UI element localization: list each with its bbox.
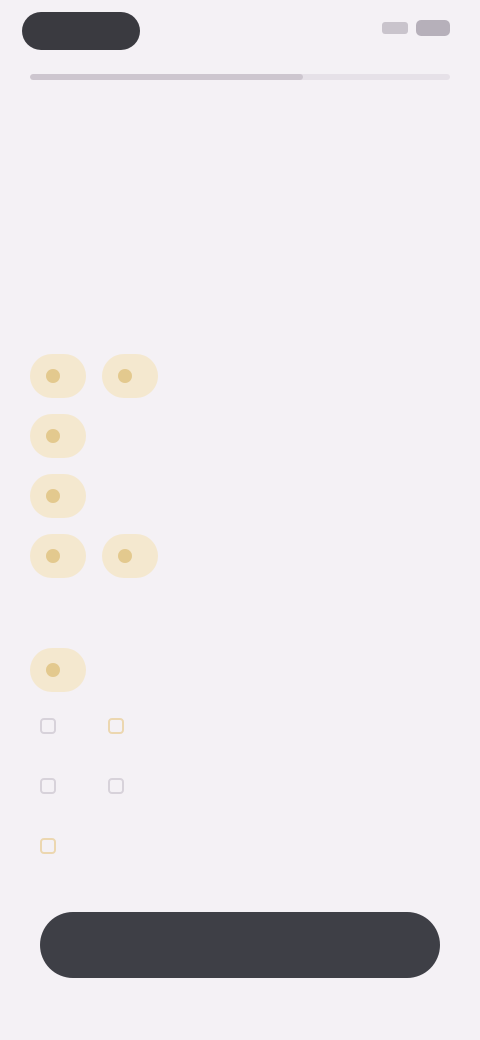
- checkbox-icon: [108, 718, 124, 734]
- signal-icon: [382, 22, 408, 34]
- option-item[interactable]: [40, 708, 68, 744]
- option-row: [40, 708, 136, 744]
- progress-fill: [30, 74, 303, 80]
- option-chip[interactable]: [102, 354, 158, 398]
- status-icons: [382, 20, 450, 36]
- option-chip[interactable]: [30, 414, 86, 458]
- option-item[interactable]: [108, 708, 136, 744]
- option-chip[interactable]: [30, 648, 86, 692]
- chip-row: [30, 648, 86, 692]
- chip-icon: [46, 429, 60, 443]
- checkbox-icon: [108, 778, 124, 794]
- progress-bar: [30, 74, 450, 80]
- chip-icon: [118, 549, 132, 563]
- status-bar: [0, 0, 480, 64]
- checkbox-icon: [40, 838, 56, 854]
- chip-icon: [46, 549, 60, 563]
- chip-row: [30, 354, 158, 398]
- option-chip[interactable]: [102, 534, 158, 578]
- chip-icon: [46, 369, 60, 383]
- chip-icon: [46, 663, 60, 677]
- option-chip[interactable]: [30, 534, 86, 578]
- checkbox-icon: [40, 778, 56, 794]
- option-row: [40, 768, 136, 804]
- option-chip[interactable]: [30, 474, 86, 518]
- status-time: [22, 12, 140, 50]
- chip-icon: [46, 489, 60, 503]
- chip-row: [30, 474, 86, 518]
- option-item[interactable]: [40, 768, 68, 804]
- checkbox-icon: [40, 718, 56, 734]
- option-chip[interactable]: [30, 354, 86, 398]
- option-item[interactable]: [40, 828, 68, 864]
- chip-icon: [118, 369, 132, 383]
- chip-row: [30, 534, 158, 578]
- battery-icon: [416, 20, 450, 36]
- option-row: [40, 828, 68, 864]
- chip-row: [30, 414, 86, 458]
- option-item[interactable]: [108, 768, 136, 804]
- continue-button[interactable]: [40, 912, 440, 978]
